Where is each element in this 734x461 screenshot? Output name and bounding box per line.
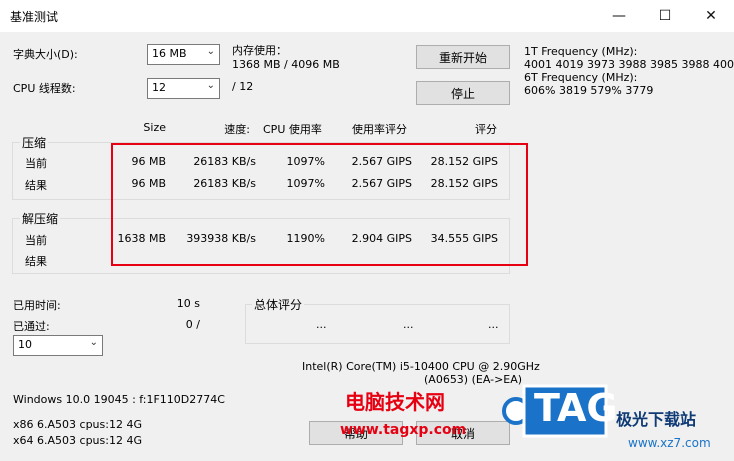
tag-logo-text: TAG: [534, 386, 618, 430]
dict-size-select[interactable]: 16 MB ⌄: [147, 44, 220, 65]
title-bar: 基准测试 — ☐ ✕: [0, 0, 734, 32]
close-icon[interactable]: ✕: [688, 0, 734, 32]
cpu-threads-max: / 12: [232, 80, 254, 93]
compress-current-label: 当前: [25, 157, 47, 170]
highlight-box: [111, 143, 528, 266]
elapsed-time-value: 10 s: [176, 297, 200, 310]
chevron-down-icon: ⌄: [89, 337, 98, 348]
overall-rating-label: 总体评分: [252, 296, 305, 313]
stop-button[interactable]: 停止: [416, 81, 510, 105]
chevron-down-icon: ⌄: [206, 46, 215, 57]
x64-info: x64 6.A503 cpus:12 4G: [13, 434, 142, 447]
maximize-icon[interactable]: ☐: [642, 0, 688, 32]
watermark-site-name: 电脑技术网: [345, 390, 445, 414]
decompress-group-label: 解压缩: [20, 210, 61, 227]
freq-1t-title: 1T Frequency (MHz):: [524, 45, 638, 58]
os-info: Windows 10.0 19045 : f:1F110D2774C: [13, 393, 225, 406]
col-cpu-header: CPU 使用率: [263, 123, 322, 136]
passes-select-value: 10: [18, 338, 32, 351]
cpu-threads-select[interactable]: 12 ⌄: [147, 78, 220, 99]
watermark-right-url: www.xz7.com: [628, 436, 711, 450]
freq-6t-value: 606% 3819 579% 3779: [524, 84, 654, 97]
memory-usage-value: 1368 MB / 4096 MB: [232, 58, 340, 71]
restart-button[interactable]: 重新开始: [416, 45, 510, 69]
col-size-header: Size: [143, 121, 166, 134]
passed-label: 已通过:: [13, 320, 50, 333]
overall-value-3: ...: [488, 318, 499, 331]
cpu-name: Intel(R) Core(TM) i5-10400 CPU @ 2.90GHz: [302, 360, 540, 373]
col-score-header: 评分: [475, 123, 497, 136]
compress-group-label: 压缩: [20, 134, 49, 151]
passes-select[interactable]: 10 ⌄: [13, 335, 103, 356]
cpu-threads-label: CPU 线程数:: [13, 82, 76, 95]
decompress-current-label: 当前: [25, 234, 47, 247]
minimize-icon[interactable]: —: [596, 0, 642, 32]
memory-usage-label: 内存使用：: [232, 44, 287, 57]
overall-value-2: ...: [403, 318, 414, 331]
overall-value-1: ...: [316, 318, 327, 331]
col-rating-header: 使用率评分: [352, 123, 407, 136]
watermark-right-name: 极光下载站: [616, 410, 697, 429]
compress-result-label: 结果: [25, 179, 47, 192]
passed-value: 0 /: [185, 318, 200, 331]
freq-1t-value: 4001 4019 3973 3988 3985 3988 4000: [524, 58, 734, 71]
decompress-result-label: 结果: [25, 255, 47, 268]
freq-6t-title: 6T Frequency (MHz):: [524, 71, 638, 84]
chevron-down-icon: ⌄: [206, 80, 215, 91]
elapsed-time-label: 已用时间:: [13, 299, 61, 312]
dict-size-label: 字典大小(D):: [13, 48, 78, 61]
col-speed-header: 速度:: [224, 123, 250, 136]
dict-size-value: 16 MB: [152, 47, 187, 60]
window-title: 基准测试: [10, 10, 59, 24]
tag-logo: TAG: [502, 378, 618, 444]
x86-info: x86 6.A503 cpus:12 4G: [13, 418, 142, 431]
watermark-site-url: www.tagxp.com: [340, 422, 467, 438]
cpu-threads-value: 12: [152, 81, 166, 94]
